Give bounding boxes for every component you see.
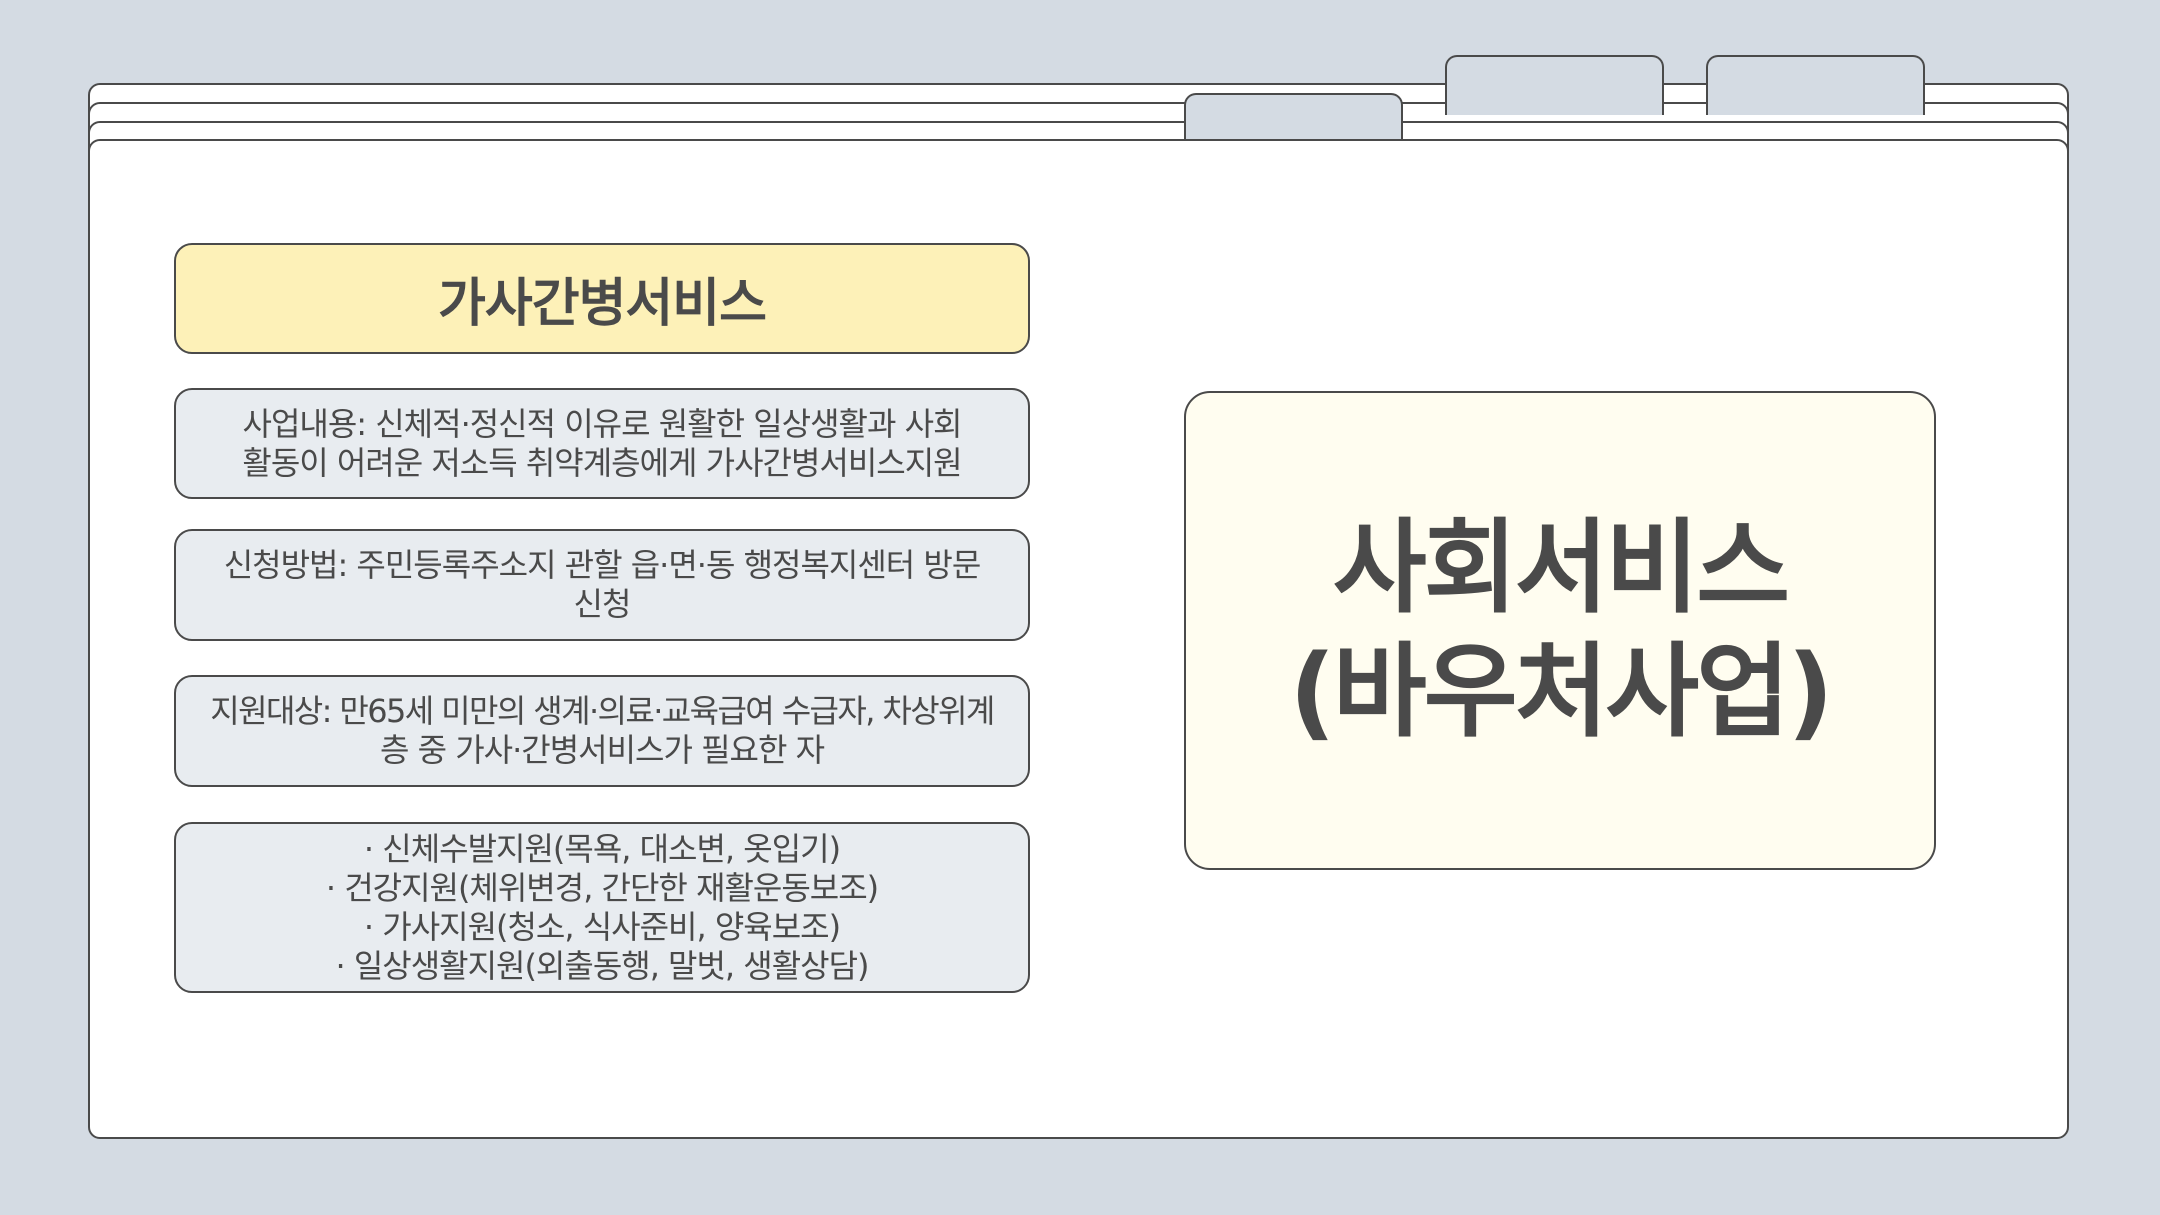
business-content-line: 활동이 어려운 저소득 취약계층에게 가사간병서비스지원 <box>242 443 962 482</box>
eligibility-line: 지원대상: 만65세 미만의 생계·의료·교육급여 수급자, 차상위계 <box>210 692 995 730</box>
service-title-box: 가사간병서비스 <box>174 243 1030 354</box>
services-list-box: · 신체수발지원(목욕, 대소변, 옷입기) · 건강지원(체위변경, 간단한 … <box>174 822 1030 993</box>
service-item: · 가사지원(청소, 식사준비, 양육보조) <box>363 907 841 946</box>
main-title-line-1: 사회서비스 <box>1332 508 1790 628</box>
folder-tab-2[interactable] <box>1706 55 1925 115</box>
eligibility-box: 지원대상: 만65세 미만의 생계·의료·교육급여 수급자, 차상위계 층 중 … <box>174 675 1030 787</box>
folder-tab-1[interactable] <box>1445 55 1664 115</box>
application-method-box: 신청방법: 주민등록주소지 관할 읍·면·동 행정복지센터 방문 신청 <box>174 529 1030 641</box>
service-item: · 일상생활지원(외출동행, 말벗, 생활상담) <box>335 946 869 985</box>
business-content-box: 사업내용: 신체적·정신적 이유로 원활한 일상생활과 사회 활동이 어려운 저… <box>174 388 1030 499</box>
business-content-line: 사업내용: 신체적·정신적 이유로 원활한 일상생활과 사회 <box>242 404 963 443</box>
service-item: · 신체수발지원(목욕, 대소변, 옷입기) <box>363 829 841 868</box>
folder-tab-active[interactable] <box>1184 93 1403 141</box>
main-title-line-2: (바우처사업) <box>1289 632 1833 752</box>
eligibility-line: 층 중 가사·간병서비스가 필요한 자 <box>379 731 825 769</box>
main-title-box: 사회서비스 (바우처사업) <box>1184 391 1936 870</box>
application-method-line: 신청 <box>573 585 632 623</box>
service-item: · 건강지원(체위변경, 간단한 재활운동보조) <box>325 868 879 907</box>
service-title: 가사간병서비스 <box>438 274 767 334</box>
application-method-line: 신청방법: 주민등록주소지 관할 읍·면·동 행정복지센터 방문 <box>223 546 982 584</box>
